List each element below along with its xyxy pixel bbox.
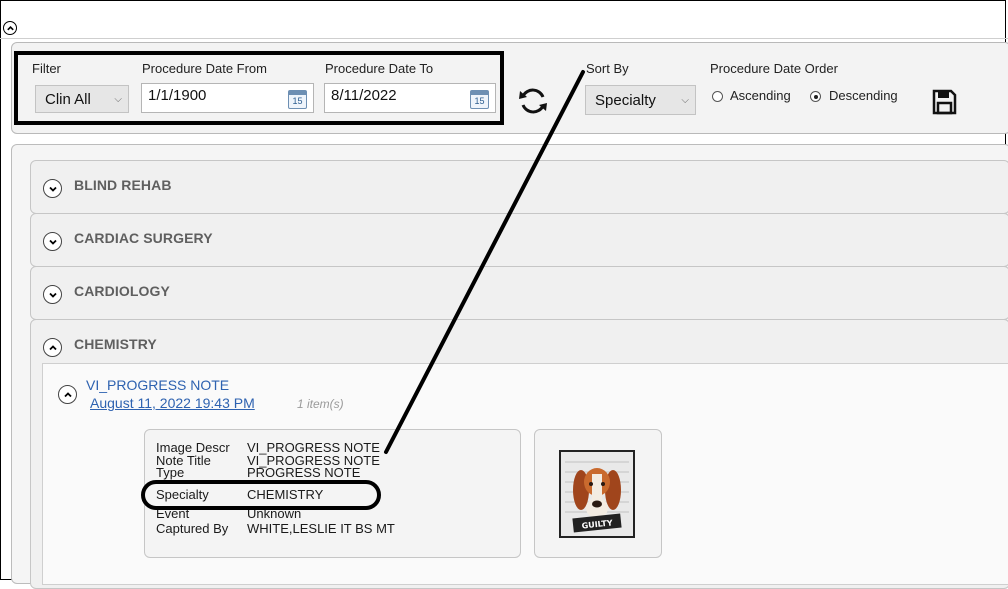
annotation-line: [384, 70, 585, 454]
